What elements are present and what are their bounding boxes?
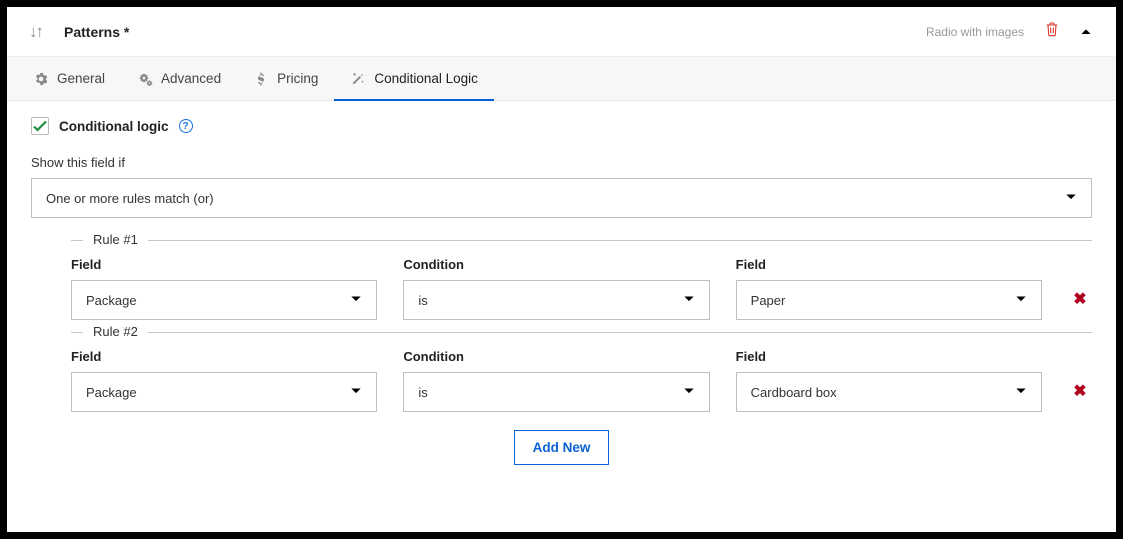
rule-field-value: Package — [86, 385, 137, 400]
remove-rule-button[interactable]: ✖ — [1068, 381, 1092, 412]
chevron-down-icon — [348, 383, 364, 402]
field-label: Field — [71, 257, 377, 272]
tab-label: General — [57, 71, 105, 86]
help-icon[interactable]: ? — [179, 119, 193, 133]
value-label: Field — [736, 349, 1042, 364]
chevron-down-icon — [1013, 291, 1029, 310]
tab-label: Advanced — [161, 71, 221, 86]
tab-conditional-logic[interactable]: Conditional Logic — [334, 57, 494, 100]
gear-icon — [33, 71, 49, 87]
rule-field-value: Package — [86, 293, 137, 308]
rule-legend: Rule #1 — [83, 232, 148, 247]
enable-conditional-checkbox[interactable] — [31, 117, 49, 135]
tab-label: Pricing — [277, 71, 318, 86]
rule-value-value: Cardboard box — [751, 385, 837, 400]
rule-legend: Rule #2 — [83, 324, 148, 339]
chevron-down-icon — [681, 291, 697, 310]
rule-condition-select[interactable]: is — [403, 280, 709, 320]
trash-icon — [1044, 21, 1060, 37]
rule: Rule #1FieldPackageConditionisFieldPaper… — [71, 240, 1092, 320]
rule-value-select[interactable]: Paper — [736, 280, 1042, 320]
add-new-button[interactable]: Add New — [514, 430, 610, 465]
match-mode-value: One or more rules match (or) — [46, 191, 214, 206]
tab-bar: General Advanced Pricing Conditional Log… — [7, 57, 1116, 101]
rules-container: Rule #1FieldPackageConditionisFieldPaper… — [31, 240, 1092, 412]
dollar-icon — [253, 71, 269, 87]
chevron-down-icon — [348, 291, 364, 310]
tab-label: Conditional Logic — [374, 71, 478, 86]
rule: Rule #2FieldPackageConditionisFieldCardb… — [71, 332, 1092, 412]
panel-title: Patterns * — [64, 24, 926, 40]
show-if-label: Show this field if — [31, 155, 1092, 170]
field-label: Field — [71, 349, 377, 364]
rule-field-select[interactable]: Package — [71, 280, 377, 320]
tab-general[interactable]: General — [17, 57, 121, 100]
gears-icon — [137, 71, 153, 87]
drag-handle-icon[interactable]: ↓↑ — [29, 23, 42, 40]
enable-conditional-label: Conditional logic — [59, 119, 169, 134]
tab-advanced[interactable]: Advanced — [121, 57, 237, 100]
wand-icon — [350, 71, 366, 87]
condition-label: Condition — [403, 349, 709, 364]
rule-field-select[interactable]: Package — [71, 372, 377, 412]
tab-body: Conditional logic ? Show this field if O… — [7, 101, 1116, 532]
rule-value-value: Paper — [751, 293, 786, 308]
tab-pricing[interactable]: Pricing — [237, 57, 334, 100]
chevron-down-icon — [1013, 383, 1029, 402]
condition-label: Condition — [403, 257, 709, 272]
rule-condition-select[interactable]: is — [403, 372, 709, 412]
check-icon — [32, 118, 48, 134]
chevron-down-icon — [681, 383, 697, 402]
value-label: Field — [736, 257, 1042, 272]
chevron-down-icon — [1063, 189, 1079, 208]
rule-condition-value: is — [418, 385, 427, 400]
delete-button[interactable] — [1044, 21, 1060, 42]
collapse-toggle[interactable] — [1078, 24, 1094, 40]
rule-condition-value: is — [418, 293, 427, 308]
match-mode-select[interactable]: One or more rules match (or) — [31, 178, 1092, 218]
rule-value-select[interactable]: Cardboard box — [736, 372, 1042, 412]
panel-header: ↓↑ Patterns * Radio with images — [7, 7, 1116, 57]
chevron-up-icon — [1078, 24, 1094, 40]
remove-rule-button[interactable]: ✖ — [1068, 289, 1092, 320]
field-type-label: Radio with images — [926, 25, 1024, 39]
